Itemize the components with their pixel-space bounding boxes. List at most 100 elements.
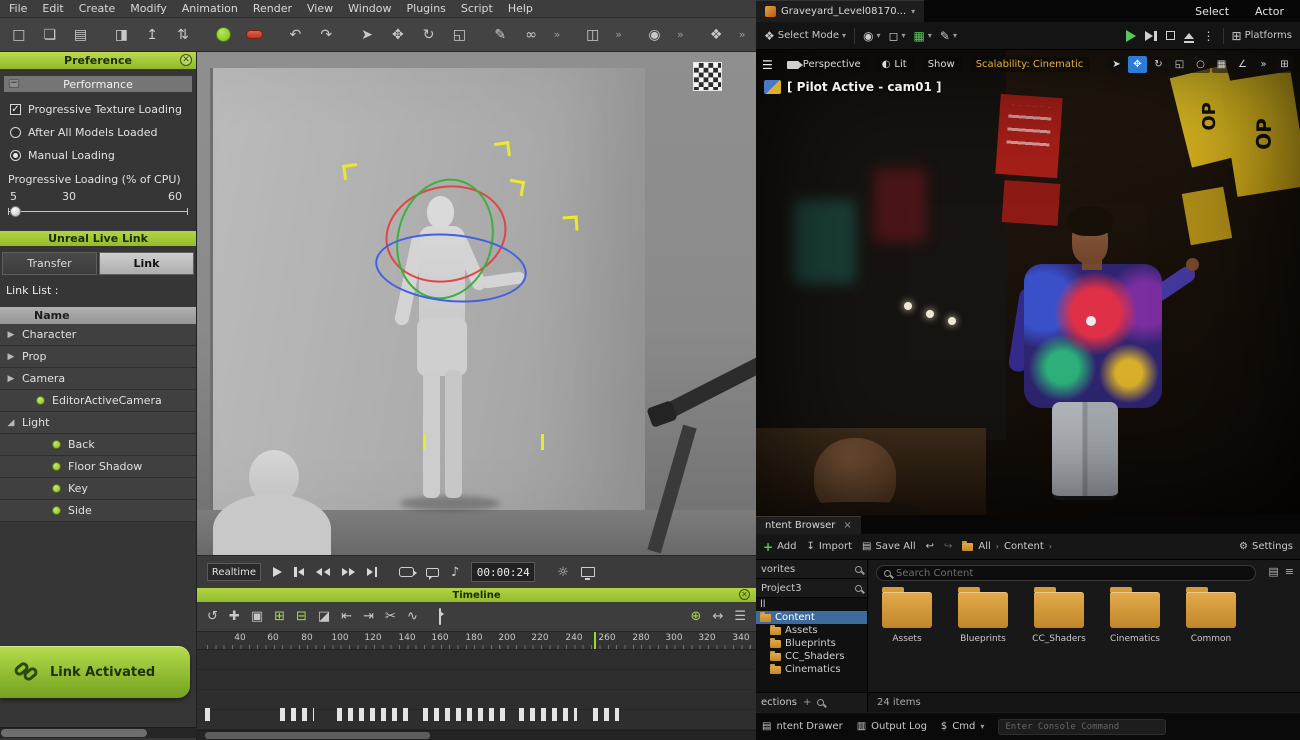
realtime-button[interactable]: Realtime (207, 563, 261, 581)
display-mode-icon[interactable] (581, 567, 595, 577)
move-tool-icon[interactable]: ✥ (1128, 56, 1147, 73)
save-project-icon[interactable]: ▤ (70, 24, 92, 46)
search-icon[interactable] (817, 699, 824, 706)
collect-clip-icon[interactable]: ◪ (318, 609, 330, 624)
scale-tool-icon[interactable]: ◱ (449, 24, 471, 46)
search-content-box[interactable] (876, 565, 1256, 581)
curve-editor-icon[interactable]: ∿ (407, 609, 418, 624)
folder-blueprints[interactable]: Blueprints (954, 592, 1012, 644)
project-section[interactable]: Project3 (756, 579, 867, 598)
scalability-badge[interactable]: Scalability: Cinematic (969, 57, 1091, 72)
folder-cinematics[interactable]: Cinematics (1106, 592, 1164, 644)
timeline-camera-track-icon[interactable]: ▣ (251, 609, 263, 624)
go-to-end-button[interactable] (367, 567, 377, 577)
save-search-icon[interactable]: ▤ (1268, 565, 1278, 578)
import-button[interactable]: ↧ Import (806, 541, 852, 552)
light-gizmo-icon[interactable] (423, 434, 426, 450)
close-icon[interactable]: × (843, 520, 851, 531)
output-log-button[interactable]: ▥ Output Log (857, 721, 927, 732)
link-row-prop[interactable]: ▶ Prop (0, 346, 196, 368)
timeline-ruler[interactable]: 40 60 80 100 120 140 160 180 200 220 240… (197, 632, 756, 650)
expand-icon[interactable]: ▶ (0, 352, 22, 362)
rewind-button[interactable] (316, 568, 330, 576)
move-tool-icon[interactable]: ✥ (387, 24, 409, 46)
menu-script[interactable]: Script (461, 2, 493, 15)
content-browser-tab[interactable]: ntent Browser × (756, 516, 861, 534)
history-back-icon[interactable]: ↩ (926, 541, 934, 552)
collapse-icon[interactable]: ◢ (0, 418, 22, 428)
expand-icon[interactable]: ▶ (0, 374, 22, 384)
landscape-dropdown[interactable]: ▦ ▾ (914, 29, 932, 43)
menu-edit[interactable]: Edit (42, 2, 63, 15)
avatar-overflow-icon[interactable]: » (674, 24, 686, 46)
link-row-camera[interactable]: ▶ Camera (0, 368, 196, 390)
menu-render[interactable]: Render (253, 2, 292, 15)
grid-snap-icon[interactable]: ▦ (1212, 56, 1231, 73)
fast-forward-button[interactable] (342, 568, 356, 576)
chevron-down-icon[interactable]: ▾ (911, 7, 915, 16)
camera-speed-icon[interactable]: » (1254, 56, 1273, 73)
link-row-side[interactable]: Side (0, 500, 196, 522)
pen-tool-icon[interactable]: ✎ (489, 24, 511, 46)
add-track-icon[interactable]: ⊟ (296, 609, 307, 624)
breadcrumb-all[interactable]: All (978, 541, 990, 552)
play-options-kebab-icon[interactable]: ⋮ (1203, 29, 1215, 43)
creature-overflow-icon[interactable]: » (736, 24, 748, 46)
timeline-clip[interactable] (519, 708, 577, 721)
playhead[interactable] (594, 632, 596, 650)
radio-off-icon[interactable] (10, 127, 21, 138)
zoom-in-icon[interactable]: ⊕ (691, 609, 702, 624)
scale-tool-icon[interactable]: ◱ (1170, 56, 1189, 73)
menu-modify[interactable]: Modify (130, 2, 166, 15)
stop-button[interactable] (1166, 31, 1175, 40)
breadcrumb-content[interactable]: Content (1004, 541, 1044, 552)
world-space-icon[interactable]: ○ (1191, 56, 1210, 73)
usb-device-icon[interactable]: ⇅ (172, 24, 194, 46)
link-tool-icon[interactable]: ∞ (520, 24, 542, 46)
add-actor-dropdown[interactable]: ◉ ▾ (863, 29, 881, 43)
add-collection-icon[interactable]: + (803, 697, 811, 708)
search-icon[interactable] (855, 566, 862, 573)
light-gizmo-icon[interactable] (541, 434, 544, 450)
link-row-editoractivecamera[interactable]: EditorActiveCamera (0, 390, 196, 412)
menu-animation[interactable]: Animation (182, 2, 238, 15)
radio-on-icon[interactable] (10, 150, 21, 161)
menu-view[interactable]: View (307, 2, 333, 15)
menu-window[interactable]: Window (348, 2, 391, 15)
tree-item-all[interactable]: ll (756, 598, 867, 611)
menu-actor[interactable]: Actor (1255, 5, 1284, 18)
play-button[interactable] (1126, 30, 1136, 42)
expand-icon[interactable]: ▶ (0, 330, 22, 340)
timeline-clip[interactable] (280, 708, 314, 721)
timeline-menu-icon[interactable]: ☰ (734, 609, 746, 624)
name-column-header[interactable]: Name (0, 307, 196, 324)
loop-range-icon[interactable] (439, 609, 441, 624)
record-icon[interactable] (213, 24, 235, 46)
creature-icon[interactable]: ❖ (705, 24, 727, 46)
cpu-slider[interactable] (8, 205, 188, 225)
favorites-section[interactable]: vorites (756, 560, 867, 579)
light-gizmo-icon[interactable] (342, 163, 359, 180)
export-icon[interactable]: ↥ (141, 24, 163, 46)
performance-section-header[interactable]: − Performance (4, 76, 192, 92)
tree-item-assets[interactable]: Assets (756, 624, 867, 637)
timeline-clip[interactable] (593, 708, 619, 721)
redo-icon[interactable]: ↷ (315, 24, 337, 46)
perspective-dropdown[interactable]: Perspective (780, 57, 868, 72)
tab-link[interactable]: Link (99, 252, 194, 275)
paint-dropdown[interactable]: ✎ ▾ (940, 29, 957, 43)
timeline-clip[interactable] (205, 708, 211, 721)
add-clip-icon[interactable]: ⊞ (274, 609, 285, 624)
search-content-input[interactable] (896, 568, 1248, 579)
open-project-icon[interactable]: ❏ (39, 24, 61, 46)
after-all-models-option[interactable]: After All Models Loaded (0, 121, 196, 144)
go-to-start-button[interactable] (294, 567, 304, 577)
tree-item-content[interactable]: Content (756, 611, 867, 624)
timeline-marker-icon[interactable]: ✚ (229, 609, 240, 624)
tree-item-blueprints[interactable]: Blueprints (756, 637, 867, 650)
manual-loading-option[interactable]: Manual Loading (0, 144, 196, 167)
content-drawer-button[interactable]: ▤ ntent Drawer (762, 721, 843, 732)
timeline-close-icon[interactable]: ✕ (739, 589, 750, 600)
rotation-snap-icon[interactable]: ∠ (1233, 56, 1252, 73)
viewport-menu-burger-icon[interactable]: ☰ (762, 58, 773, 72)
